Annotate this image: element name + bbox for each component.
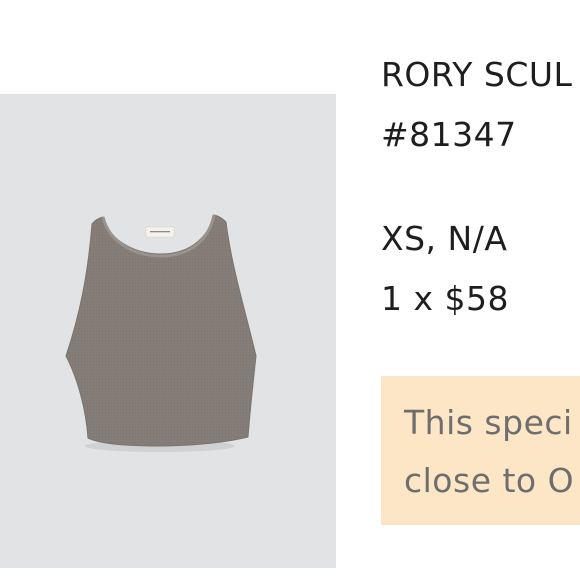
notice-text-line-2: close to O — [404, 461, 575, 500]
quantity-price: 1 x $58 — [381, 279, 509, 318]
product-sku: #81347 — [381, 115, 517, 154]
tank-top-image — [65, 214, 257, 452]
notice-banner: This speci close to O — [381, 376, 580, 525]
notice-text-line-1: This speci — [404, 403, 573, 442]
product-variant: XS, N/A — [381, 219, 508, 258]
product-image[interactable] — [0, 94, 336, 568]
product-title[interactable]: RORY SCUL — [381, 58, 572, 91]
order-item-panel: RORY SCUL #81347 XS, N/A 1 x $58 This sp… — [0, 0, 580, 580]
